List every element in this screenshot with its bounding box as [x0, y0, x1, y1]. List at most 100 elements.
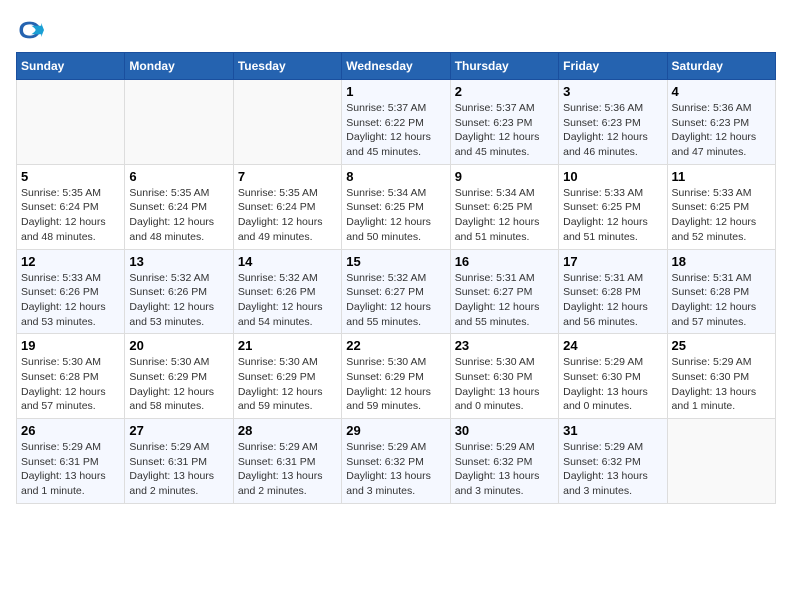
day-info: Sunrise: 5:30 AM Sunset: 6:30 PM Dayligh… [455, 355, 554, 414]
day-number: 5 [21, 169, 120, 184]
day-number: 2 [455, 84, 554, 99]
calendar-cell: 9Sunrise: 5:34 AM Sunset: 6:25 PM Daylig… [450, 164, 558, 249]
day-info: Sunrise: 5:34 AM Sunset: 6:25 PM Dayligh… [455, 186, 554, 245]
day-info: Sunrise: 5:30 AM Sunset: 6:29 PM Dayligh… [238, 355, 337, 414]
day-info: Sunrise: 5:35 AM Sunset: 6:24 PM Dayligh… [21, 186, 120, 245]
day-number: 31 [563, 423, 662, 438]
day-number: 12 [21, 254, 120, 269]
calendar-cell: 28 Sunrise: 5:29 AM Sunset: 6:31 PM Dayli… [233, 419, 341, 504]
header [16, 16, 776, 44]
calendar-cell: 29 Sunrise: 5:29 AM Sunset: 6:32 PM Dayli… [342, 419, 450, 504]
calendar-cell: 31 Sunrise: 5:29 AM Sunset: 6:32 PM Dayli… [559, 419, 667, 504]
calendar-cell: 1 Sunrise: 5:37 AM Sunset: 6:22 PM Daylig… [342, 80, 450, 165]
calendar-cell: 11Sunrise: 5:33 AM Sunset: 6:25 PM Dayli… [667, 164, 775, 249]
weekday-header-sunday: Sunday [17, 53, 125, 80]
day-number: 21 [238, 338, 337, 353]
day-number: 22 [346, 338, 445, 353]
calendar-cell [17, 80, 125, 165]
day-number: 15 [346, 254, 445, 269]
day-number: 29 [346, 423, 445, 438]
calendar-cell: 15 Sunrise: 5:32 AM Sunset: 6:27 PM Dayli… [342, 249, 450, 334]
calendar-cell: 26Sunrise: 5:29 AM Sunset: 6:31 PM Dayli… [17, 419, 125, 504]
weekday-header-tuesday: Tuesday [233, 53, 341, 80]
day-info: Sunrise: 5:29 AM Sunset: 6:32 PM Dayligh… [455, 440, 554, 499]
day-number: 8 [346, 169, 445, 184]
day-number: 3 [563, 84, 662, 99]
calendar-cell: 21 Sunrise: 5:30 AM Sunset: 6:29 PM Dayli… [233, 334, 341, 419]
day-info: Sunrise: 5:37 AM Sunset: 6:23 PM Dayligh… [455, 101, 554, 160]
calendar-cell: 7 Sunrise: 5:35 AM Sunset: 6:24 PM Daylig… [233, 164, 341, 249]
day-info: Sunrise: 5:37 AM Sunset: 6:22 PM Dayligh… [346, 101, 445, 160]
calendar-cell: 13 Sunrise: 5:32 AM Sunset: 6:26 PM Dayli… [125, 249, 233, 334]
weekday-header-monday: Monday [125, 53, 233, 80]
day-number: 4 [672, 84, 771, 99]
weekday-header-friday: Friday [559, 53, 667, 80]
calendar-cell [667, 419, 775, 504]
day-number: 16 [455, 254, 554, 269]
day-info: Sunrise: 5:32 AM Sunset: 6:26 PM Dayligh… [129, 271, 228, 330]
weekday-header-wednesday: Wednesday [342, 53, 450, 80]
day-info: Sunrise: 5:29 AM Sunset: 6:30 PM Dayligh… [563, 355, 662, 414]
calendar-week-1: 1 Sunrise: 5:37 AM Sunset: 6:22 PM Daylig… [17, 80, 776, 165]
day-number: 25 [672, 338, 771, 353]
day-number: 26 [21, 423, 120, 438]
day-number: 10 [563, 169, 662, 184]
day-number: 24 [563, 338, 662, 353]
day-info: Sunrise: 5:30 AM Sunset: 6:29 PM Dayligh… [129, 355, 228, 414]
calendar-week-3: 12 Sunrise: 5:33 AM Sunset: 6:26 PM Dayli… [17, 249, 776, 334]
day-info: Sunrise: 5:29 AM Sunset: 6:30 PM Dayligh… [672, 355, 771, 414]
calendar-cell: 20 Sunrise: 5:30 AM Sunset: 6:29 PM Dayli… [125, 334, 233, 419]
calendar-cell: 2 Sunrise: 5:37 AM Sunset: 6:23 PM Daylig… [450, 80, 558, 165]
calendar-cell: 18 Sunrise: 5:31 AM Sunset: 6:28 PM Dayli… [667, 249, 775, 334]
calendar-cell: 19 Sunrise: 5:30 AM Sunset: 6:28 PM Dayli… [17, 334, 125, 419]
day-number: 1 [346, 84, 445, 99]
calendar-cell: 6 Sunrise: 5:35 AM Sunset: 6:24 PM Daylig… [125, 164, 233, 249]
day-info: Sunrise: 5:35 AM Sunset: 6:24 PM Dayligh… [129, 186, 228, 245]
calendar-table: SundayMondayTuesdayWednesdayThursdayFrid… [16, 52, 776, 504]
day-info: Sunrise: 5:29 AM Sunset: 6:32 PM Dayligh… [346, 440, 445, 499]
day-info: Sunrise: 5:29 AM Sunset: 6:31 PM Dayligh… [129, 440, 228, 499]
day-info: Sunrise: 5:31 AM Sunset: 6:28 PM Dayligh… [672, 271, 771, 330]
calendar-cell [125, 80, 233, 165]
weekday-header-row: SundayMondayTuesdayWednesdayThursdayFrid… [17, 53, 776, 80]
calendar-cell: 12 Sunrise: 5:33 AM Sunset: 6:26 PM Dayli… [17, 249, 125, 334]
weekday-header-thursday: Thursday [450, 53, 558, 80]
day-number: 13 [129, 254, 228, 269]
day-number: 19 [21, 338, 120, 353]
day-info: Sunrise: 5:33 AM Sunset: 6:25 PM Dayligh… [672, 186, 771, 245]
calendar-cell: 22 Sunrise: 5:30 AM Sunset: 6:29 PM Dayli… [342, 334, 450, 419]
logo [16, 16, 48, 44]
day-info: Sunrise: 5:29 AM Sunset: 6:31 PM Dayligh… [238, 440, 337, 499]
day-number: 17 [563, 254, 662, 269]
calendar-cell: 24 Sunrise: 5:29 AM Sunset: 6:30 PM Dayli… [559, 334, 667, 419]
day-info: Sunrise: 5:36 AM Sunset: 6:23 PM Dayligh… [672, 101, 771, 160]
calendar-cell: 4 Sunrise: 5:36 AM Sunset: 6:23 PM Daylig… [667, 80, 775, 165]
day-info: Sunrise: 5:31 AM Sunset: 6:27 PM Dayligh… [455, 271, 554, 330]
day-info: Sunrise: 5:30 AM Sunset: 6:28 PM Dayligh… [21, 355, 120, 414]
day-info: Sunrise: 5:33 AM Sunset: 6:26 PM Dayligh… [21, 271, 120, 330]
calendar-cell: 3 Sunrise: 5:36 AM Sunset: 6:23 PM Daylig… [559, 80, 667, 165]
calendar-week-4: 19 Sunrise: 5:30 AM Sunset: 6:28 PM Dayli… [17, 334, 776, 419]
day-info: Sunrise: 5:36 AM Sunset: 6:23 PM Dayligh… [563, 101, 662, 160]
day-info: Sunrise: 5:35 AM Sunset: 6:24 PM Dayligh… [238, 186, 337, 245]
calendar-cell: 16 Sunrise: 5:31 AM Sunset: 6:27 PM Dayli… [450, 249, 558, 334]
calendar-cell: 27Sunrise: 5:29 AM Sunset: 6:31 PM Dayli… [125, 419, 233, 504]
calendar-week-5: 26 Sunrise: 5:29 AM Sunset: 6:31 PM Dayli… [17, 419, 776, 504]
day-info: Sunrise: 5:30 AM Sunset: 6:29 PM Dayligh… [346, 355, 445, 414]
day-number: 20 [129, 338, 228, 353]
calendar-cell: 8 Sunrise: 5:34 AM Sunset: 6:25 PM Daylig… [342, 164, 450, 249]
day-number: 18 [672, 254, 771, 269]
calendar-week-2: 5 Sunrise: 5:35 AM Sunset: 6:24 PM Daylig… [17, 164, 776, 249]
day-info: Sunrise: 5:29 AM Sunset: 6:32 PM Dayligh… [563, 440, 662, 499]
calendar-cell: 10 Sunrise: 5:33 AM Sunset: 6:25 PM Dayli… [559, 164, 667, 249]
day-number: 6 [129, 169, 228, 184]
page-container: SundayMondayTuesdayWednesdayThursdayFrid… [16, 16, 776, 504]
day-info: Sunrise: 5:33 AM Sunset: 6:25 PM Dayligh… [563, 186, 662, 245]
day-info: Sunrise: 5:32 AM Sunset: 6:27 PM Dayligh… [346, 271, 445, 330]
day-info: Sunrise: 5:31 AM Sunset: 6:28 PM Dayligh… [563, 271, 662, 330]
day-number: 28 [238, 423, 337, 438]
weekday-header-saturday: Saturday [667, 53, 775, 80]
day-info: Sunrise: 5:34 AM Sunset: 6:25 PM Dayligh… [346, 186, 445, 245]
day-info: Sunrise: 5:32 AM Sunset: 6:26 PM Dayligh… [238, 271, 337, 330]
day-number: 7 [238, 169, 337, 184]
